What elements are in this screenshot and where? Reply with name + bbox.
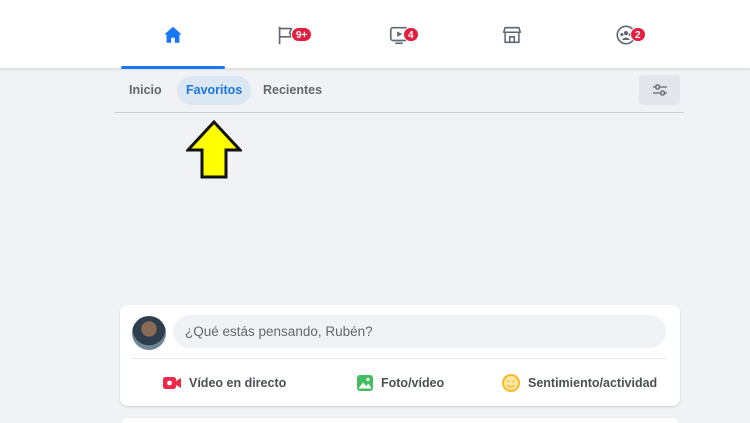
tab-favoritos[interactable]: Favoritos [177, 76, 252, 105]
feeling-activity-button[interactable]: Sentimiento/actividad [501, 369, 657, 397]
composer-divider [132, 358, 666, 359]
marketplace-icon [502, 26, 522, 43]
nav-tab-groups[interactable]: 2 [574, 0, 678, 69]
top-navigation-bar: 9+ 4 2 [0, 0, 750, 69]
feeling-activity-label: Sentimiento/actividad [528, 376, 658, 390]
nav-tab-marketplace[interactable] [460, 0, 564, 69]
post-composer: ¿Qué estás pensando, Rubén? Vídeo en dir… [120, 305, 680, 406]
photo-video-icon [357, 375, 373, 391]
live-video-button[interactable]: Vídeo en directo [162, 369, 286, 397]
photo-video-button[interactable]: Foto/vídeo [356, 369, 444, 397]
groups-notification-badge: 2 [630, 27, 646, 42]
live-video-label: Vídeo en directo [189, 376, 287, 390]
tab-recientes[interactable]: Recientes [254, 76, 331, 105]
filter-settings-icon [652, 84, 667, 96]
avatar[interactable] [132, 316, 166, 350]
live-video-icon [163, 377, 181, 389]
feed-filter-tabs: Inicio Favoritos Recientes [114, 69, 684, 113]
nav-tab-pages[interactable]: 9+ [234, 0, 338, 69]
watch-notification-badge: 4 [403, 27, 419, 42]
feeling-activity-icon [502, 374, 520, 392]
pages-notification-badge: 9+ [291, 27, 313, 42]
nav-tab-watch[interactable]: 4 [347, 0, 451, 69]
photo-video-label: Foto/vídeo [381, 376, 445, 390]
home-icon [164, 26, 182, 43]
feed-settings-button[interactable] [639, 75, 680, 105]
next-feed-card [120, 418, 680, 423]
status-input[interactable]: ¿Qué estás pensando, Rubén? [173, 315, 666, 348]
nav-tab-home[interactable] [121, 0, 225, 69]
tab-inicio[interactable]: Inicio [120, 76, 171, 105]
yellow-up-arrow-icon [186, 120, 242, 179]
